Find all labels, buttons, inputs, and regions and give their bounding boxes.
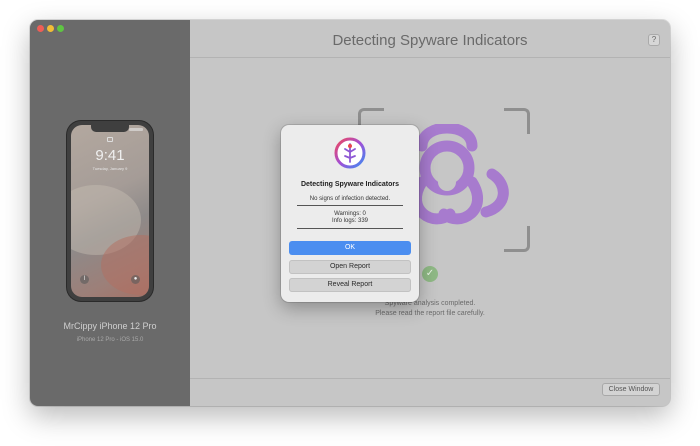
flashlight-icon: ǀ	[80, 275, 89, 284]
open-report-button[interactable]: Open Report	[289, 260, 411, 274]
close-window-control[interactable]	[37, 25, 44, 32]
phone-time: 9:41	[95, 147, 125, 164]
warnings-count: Warnings: 0	[334, 211, 366, 217]
phone-status-bar	[129, 128, 143, 131]
analysis-hint: Please read the report file carefully.	[375, 310, 485, 317]
zoom-window-control[interactable]	[57, 25, 64, 32]
success-check-icon: ✓	[422, 266, 438, 282]
phone-lock-screen: 9:41 Tuesday, January 9 ǀ ●	[71, 125, 149, 297]
dialog-message: No signs of infection detected.	[309, 196, 391, 202]
ok-button[interactable]: OK	[289, 241, 411, 255]
minimize-window-control[interactable]	[47, 25, 54, 32]
camera-icon: ●	[131, 275, 140, 284]
reveal-report-button[interactable]: Reveal Report	[289, 278, 411, 292]
device-sidebar: 9:41 Tuesday, January 9 ǀ ● MrCippy iPho…	[30, 20, 190, 406]
lock-icon	[107, 137, 113, 142]
app-icon	[334, 137, 366, 169]
dialog-title: Detecting Spyware Indicators	[300, 181, 400, 188]
results-dialog: Detecting Spyware Indicators No signs of…	[281, 125, 419, 302]
footer-divider	[190, 378, 670, 379]
header-divider	[190, 57, 670, 58]
phone-date: Tuesday, January 9	[92, 166, 128, 171]
page-title: Detecting Spyware Indicators	[332, 32, 528, 49]
main-panel: Detecting Spyware Indicators ? ✓ Spyware…	[190, 20, 670, 406]
dialog-divider	[297, 228, 403, 229]
phone-image: 9:41 Tuesday, January 9 ǀ ●	[67, 121, 153, 301]
help-button[interactable]: ?	[648, 34, 660, 46]
close-window-button[interactable]: Close Window	[602, 383, 660, 396]
device-info: iPhone 12 Pro - iOS 15.0	[76, 337, 144, 343]
info-logs-count: Info logs: 339	[331, 218, 369, 224]
device-name: MrCippy iPhone 12 Pro	[63, 321, 157, 331]
dialog-divider	[297, 205, 403, 206]
phone-notch	[91, 125, 129, 132]
